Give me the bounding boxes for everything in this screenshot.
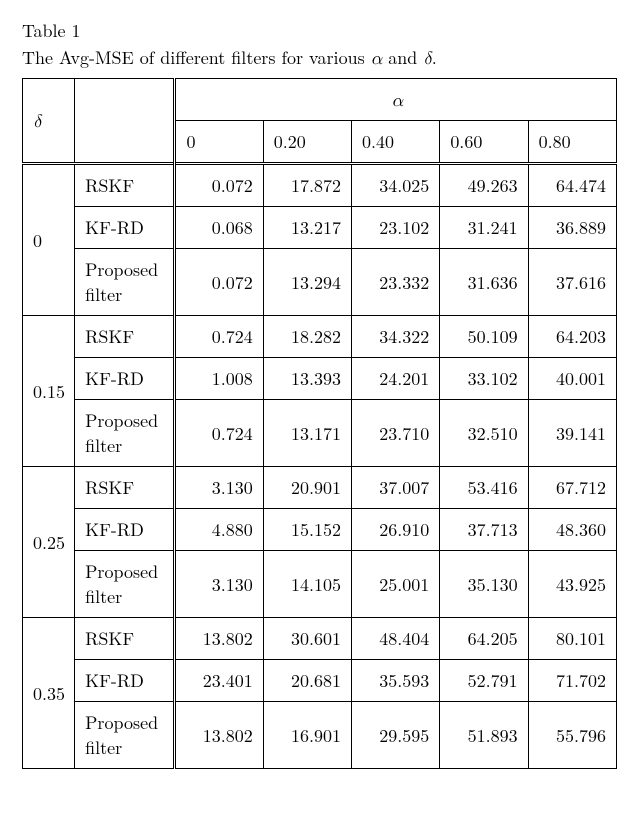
cell: 13.294	[263, 249, 351, 316]
filter-name: Proposed filter	[75, 400, 175, 467]
cell: 34.322	[352, 316, 440, 358]
cell: 29.595	[352, 702, 440, 769]
cell: 50.109	[440, 316, 528, 358]
cell: 48.404	[352, 618, 440, 660]
cell: 3.130	[175, 551, 263, 618]
cell: 35.593	[352, 660, 440, 702]
cell: 13.217	[263, 207, 351, 249]
filter-name: Proposed filter	[75, 249, 175, 316]
alpha-symbol: α	[391, 92, 403, 110]
cell: 26.910	[352, 509, 440, 551]
cell: 37.007	[352, 467, 440, 509]
cell: 3.130	[175, 467, 263, 509]
filter-name: RSKF	[75, 467, 175, 509]
filter-name: KF-RD	[75, 358, 175, 400]
cell: 43.925	[528, 551, 616, 618]
delta-cell: 0.25	[23, 467, 75, 618]
cell: 64.203	[528, 316, 616, 358]
cell: 13.802	[175, 618, 263, 660]
cell: 0.724	[175, 400, 263, 467]
caption-and: and	[382, 45, 423, 70]
cell: 13.802	[175, 702, 263, 769]
cell: 0.724	[175, 316, 263, 358]
cell: 24.201	[352, 358, 440, 400]
cell: 53.416	[440, 467, 528, 509]
caption-prefix: The Avg-MSE of different filters for var…	[22, 45, 371, 70]
filter-name: RSKF	[75, 618, 175, 660]
cell: 13.393	[263, 358, 351, 400]
cell: 20.901	[263, 467, 351, 509]
cell: 80.101	[528, 618, 616, 660]
table-caption: The Avg-MSE of different filters for var…	[22, 45, 618, 70]
cell: 32.510	[440, 400, 528, 467]
filter-name: KF-RD	[75, 660, 175, 702]
cell: 49.263	[440, 164, 528, 207]
cell: 34.025	[352, 164, 440, 207]
col-alpha-3: 0.60	[440, 121, 528, 164]
cell: 1.008	[175, 358, 263, 400]
cell: 36.889	[528, 207, 616, 249]
cell: 13.171	[263, 400, 351, 467]
cell: 64.474	[528, 164, 616, 207]
header-blank	[75, 79, 175, 164]
cell: 35.130	[440, 551, 528, 618]
delta-symbol: δ	[423, 50, 432, 68]
delta-symbol: δ	[33, 113, 42, 131]
cell: 4.880	[175, 509, 263, 551]
cell: 64.205	[440, 618, 528, 660]
cell: 30.601	[263, 618, 351, 660]
cell: 33.102	[440, 358, 528, 400]
cell: 52.791	[440, 660, 528, 702]
col-alpha-1: 0.20	[263, 121, 351, 164]
cell: 15.152	[263, 509, 351, 551]
data-table: δ α 0 0.20 0.40 0.60 0.80 0 RSKF 0.072 1…	[22, 78, 617, 769]
cell: 23.710	[352, 400, 440, 467]
cell: 48.360	[528, 509, 616, 551]
cell: 0.072	[175, 164, 263, 207]
cell: 39.141	[528, 400, 616, 467]
cell: 25.001	[352, 551, 440, 618]
cell: 23.401	[175, 660, 263, 702]
cell: 20.681	[263, 660, 351, 702]
col-alpha-4: 0.80	[528, 121, 616, 164]
cell: 67.712	[528, 467, 616, 509]
cell: 17.872	[263, 164, 351, 207]
filter-name: KF-RD	[75, 509, 175, 551]
header-delta: δ	[23, 79, 75, 164]
cell: 16.901	[263, 702, 351, 769]
filter-name: RSKF	[75, 316, 175, 358]
cell: 40.001	[528, 358, 616, 400]
filter-name: Proposed filter	[75, 702, 175, 769]
caption-end: .	[432, 45, 437, 70]
cell: 0.068	[175, 207, 263, 249]
cell: 71.702	[528, 660, 616, 702]
delta-cell: 0.35	[23, 618, 75, 769]
cell: 31.636	[440, 249, 528, 316]
cell: 23.332	[352, 249, 440, 316]
cell: 31.241	[440, 207, 528, 249]
col-alpha-0: 0	[175, 121, 263, 164]
cell: 18.282	[263, 316, 351, 358]
header-alpha: α	[175, 79, 617, 121]
cell: 55.796	[528, 702, 616, 769]
filter-name: RSKF	[75, 164, 175, 207]
delta-cell: 0	[23, 164, 75, 316]
col-alpha-2: 0.40	[352, 121, 440, 164]
filter-name: KF-RD	[75, 207, 175, 249]
cell: 37.616	[528, 249, 616, 316]
delta-cell: 0.15	[23, 316, 75, 467]
cell: 37.713	[440, 509, 528, 551]
filter-name: Proposed filter	[75, 551, 175, 618]
table-label: Table 1	[22, 18, 618, 43]
alpha-symbol: α	[371, 50, 383, 68]
cell: 51.893	[440, 702, 528, 769]
cell: 14.105	[263, 551, 351, 618]
cell: 0.072	[175, 249, 263, 316]
cell: 23.102	[352, 207, 440, 249]
